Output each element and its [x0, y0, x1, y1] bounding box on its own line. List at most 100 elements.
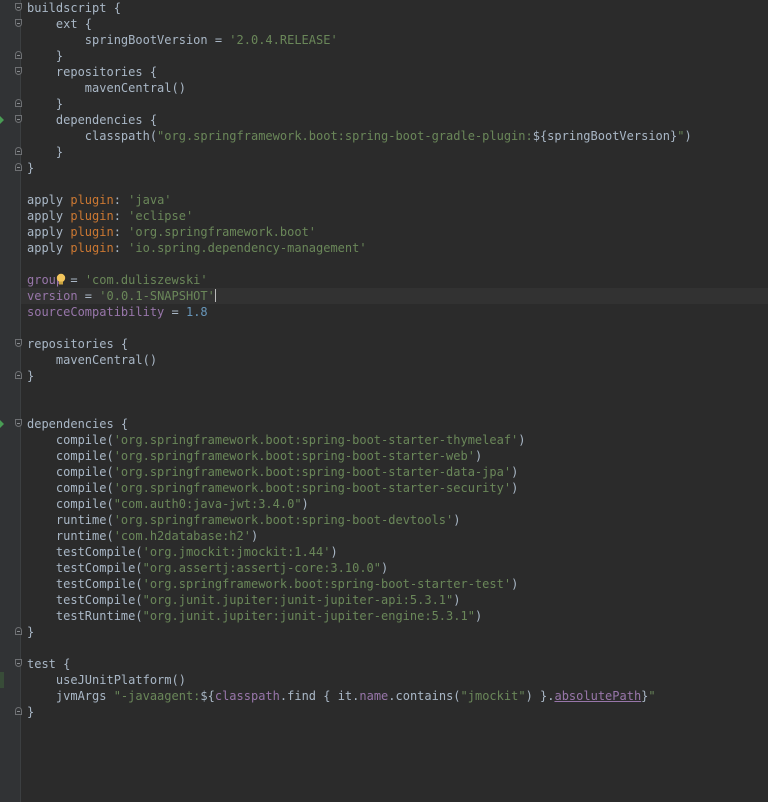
code-line[interactable]: classpath("org.springframework.boot:spri… [21, 128, 768, 144]
code-line[interactable]: } [15, 704, 768, 720]
fold-toggle-icon[interactable] [15, 19, 22, 27]
code-token: 'org.springframework.boot:spring-boot-st… [113, 465, 512, 479]
code-line[interactable]: runtime('org.springframework.boot:spring… [21, 512, 768, 528]
code-token: mavenCentral() [27, 81, 186, 95]
code-line[interactable]: mavenCentral() [21, 80, 768, 96]
code-line[interactable]: repositories { [15, 64, 768, 80]
code-line[interactable]: compile('org.springframework.boot:spring… [21, 464, 768, 480]
code-line[interactable]: } [15, 144, 768, 160]
code-line[interactable]: mavenCentral() [21, 352, 768, 368]
lightbulb-icon[interactable] [56, 273, 66, 286]
code-token: ) [474, 609, 483, 623]
code-line[interactable] [21, 320, 768, 336]
code-token: 'com.h2database:h2' [113, 529, 251, 543]
fold-toggle-icon[interactable] [15, 3, 22, 11]
code-line[interactable] [21, 400, 768, 416]
code-token: ) }. [525, 689, 555, 703]
code-line[interactable]: buildscript { [15, 0, 768, 16]
code-token: testRuntime( [27, 609, 143, 623]
code-line[interactable]: group = 'com.duliszewski' [21, 272, 768, 288]
fold-toggle-icon[interactable] [15, 99, 22, 107]
code-token: "com.auth0:java-jwt:3.4.0" [113, 497, 302, 511]
gutter-arrow-icon[interactable] [0, 420, 4, 428]
code-editor[interactable]: buildscript { ext { springBootVersion = … [0, 0, 768, 802]
code-token: "org.junit.jupiter:junit-jupiter-engine:… [142, 609, 475, 623]
code-token: = [77, 289, 100, 303]
code-token: 'eclipse' [128, 209, 194, 223]
code-line[interactable]: repositories { [15, 336, 768, 352]
code-line[interactable]: sourceCompatibility = 1.8 [21, 304, 768, 320]
code-token: : [113, 193, 129, 207]
code-line[interactable]: } [15, 160, 768, 176]
code-line[interactable]: springBootVersion = '2.0.4.RELEASE' [21, 32, 768, 48]
code-token: classpath( [27, 129, 158, 143]
code-line[interactable] [21, 256, 768, 272]
code-token: repositories { [27, 337, 129, 351]
code-token: ) [511, 577, 519, 591]
code-token: ${ [200, 689, 215, 703]
code-token: ) [511, 465, 519, 479]
code-line[interactable]: useJUnitPlatform() [0, 672, 768, 688]
code-token: 1.8 [185, 305, 208, 319]
code-line[interactable]: dependencies { [0, 416, 768, 432]
code-area[interactable]: buildscript { ext { springBootVersion = … [0, 0, 768, 720]
code-line[interactable]: apply plugin: 'org.springframework.boot' [21, 224, 768, 240]
code-token: 'io.spring.dependency-management' [128, 241, 367, 255]
code-line[interactable]: } [15, 96, 768, 112]
code-line[interactable]: apply plugin: 'java' [21, 192, 768, 208]
code-line[interactable]: } [15, 368, 768, 384]
code-token: : [113, 209, 129, 223]
code-line[interactable]: apply plugin: 'eclipse' [21, 208, 768, 224]
code-line[interactable]: testCompile('org.jmockit:jmockit:1.44') [21, 544, 768, 560]
fold-toggle-icon[interactable] [15, 419, 22, 427]
code-token: 'org.springframework.boot:spring-boot-st… [113, 433, 519, 447]
code-token: } [27, 97, 64, 111]
fold-toggle-icon[interactable] [15, 339, 22, 347]
gutter-arrow-icon[interactable] [0, 116, 4, 124]
code-token: plugin [70, 241, 114, 255]
code-line[interactable]: testRuntime("org.junit.jupiter:junit-jup… [21, 608, 768, 624]
fold-toggle-icon[interactable] [15, 707, 22, 715]
code-token: ) [518, 433, 526, 447]
fold-toggle-icon[interactable] [15, 627, 22, 635]
text-caret [214, 289, 216, 302]
code-line[interactable]: compile('org.springframework.boot:spring… [21, 480, 768, 496]
code-token: springBootVersion = [27, 33, 230, 47]
code-line[interactable] [21, 640, 768, 656]
code-line[interactable] [21, 384, 768, 400]
fold-toggle-icon[interactable] [15, 115, 22, 123]
code-token: plugin [70, 225, 114, 239]
code-token: = [164, 305, 186, 319]
code-token: testCompile( [27, 545, 143, 559]
fold-toggle-icon[interactable] [15, 371, 22, 379]
code-token: } [27, 145, 64, 159]
code-token: .contains( [388, 689, 461, 703]
code-token: plugin [70, 209, 114, 223]
code-line[interactable]: } [15, 624, 768, 640]
fold-toggle-icon[interactable] [15, 67, 22, 75]
code-line[interactable]: apply plugin: 'io.spring.dependency-mana… [21, 240, 768, 256]
code-token: '2.0.4.RELEASE' [229, 33, 338, 47]
code-line[interactable]: dependencies { [0, 112, 768, 128]
code-line[interactable]: testCompile("org.assertj:assertj-core:3.… [21, 560, 768, 576]
fold-toggle-icon[interactable] [15, 163, 22, 171]
code-line[interactable]: compile('org.springframework.boot:spring… [21, 448, 768, 464]
code-line[interactable]: test { [15, 656, 768, 672]
code-token: absolutePath [554, 689, 642, 703]
code-line[interactable] [21, 176, 768, 192]
code-line[interactable]: jvmArgs "-javaagent:${classpath.find { i… [21, 688, 768, 704]
fold-toggle-icon[interactable] [15, 147, 22, 155]
code-line[interactable]: runtime('com.h2database:h2') [21, 528, 768, 544]
code-line[interactable]: version = '0.0.1-SNAPSHOT' [21, 288, 768, 304]
code-line[interactable]: compile("com.auth0:java-jwt:3.4.0") [21, 496, 768, 512]
fold-toggle-icon[interactable] [15, 659, 22, 667]
code-token: .find { it. [279, 689, 360, 703]
code-line[interactable]: compile('org.springframework.boot:spring… [21, 432, 768, 448]
code-line[interactable]: testCompile("org.junit.jupiter:junit-jup… [21, 592, 768, 608]
code-token: 'java' [128, 193, 172, 207]
code-line[interactable]: testCompile('org.springframework.boot:sp… [21, 576, 768, 592]
code-line[interactable]: ext { [15, 16, 768, 32]
code-line[interactable]: } [15, 48, 768, 64]
code-token: : [113, 225, 129, 239]
fold-toggle-icon[interactable] [15, 51, 22, 59]
